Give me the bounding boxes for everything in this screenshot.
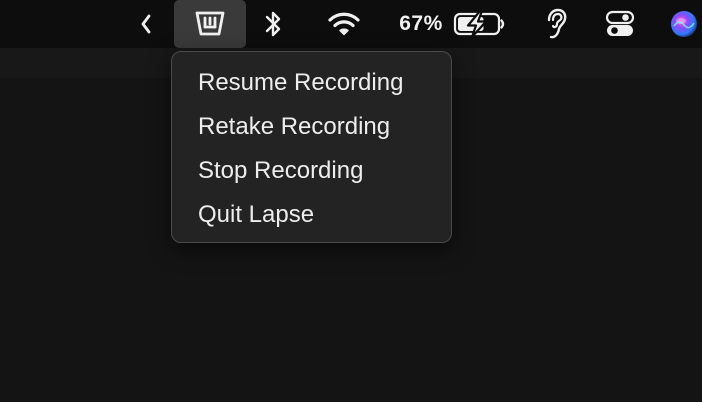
battery-charging-icon[interactable] — [452, 0, 508, 48]
lapse-dropdown-menu: Resume Recording Retake Recording Stop R… — [171, 51, 452, 243]
ear-icon[interactable] — [540, 0, 570, 48]
siri-icon[interactable] — [666, 0, 702, 48]
lapse-menu-button[interactable] — [174, 0, 246, 48]
battery-percentage[interactable]: 67% — [396, 0, 446, 48]
lapse-app-icon — [194, 8, 226, 40]
wifi-icon[interactable] — [326, 0, 362, 48]
menu-item-resume-recording[interactable]: Resume Recording — [198, 63, 403, 103]
control-center-icon[interactable] — [602, 0, 638, 48]
menu-bar: 67% — [0, 0, 702, 48]
chevron-left-icon[interactable] — [134, 0, 158, 48]
menu-item-quit-lapse[interactable]: Quit Lapse — [198, 195, 314, 235]
menu-item-stop-recording[interactable]: Stop Recording — [198, 151, 363, 191]
bluetooth-icon[interactable] — [260, 0, 286, 48]
menu-item-retake-recording[interactable]: Retake Recording — [198, 107, 390, 147]
